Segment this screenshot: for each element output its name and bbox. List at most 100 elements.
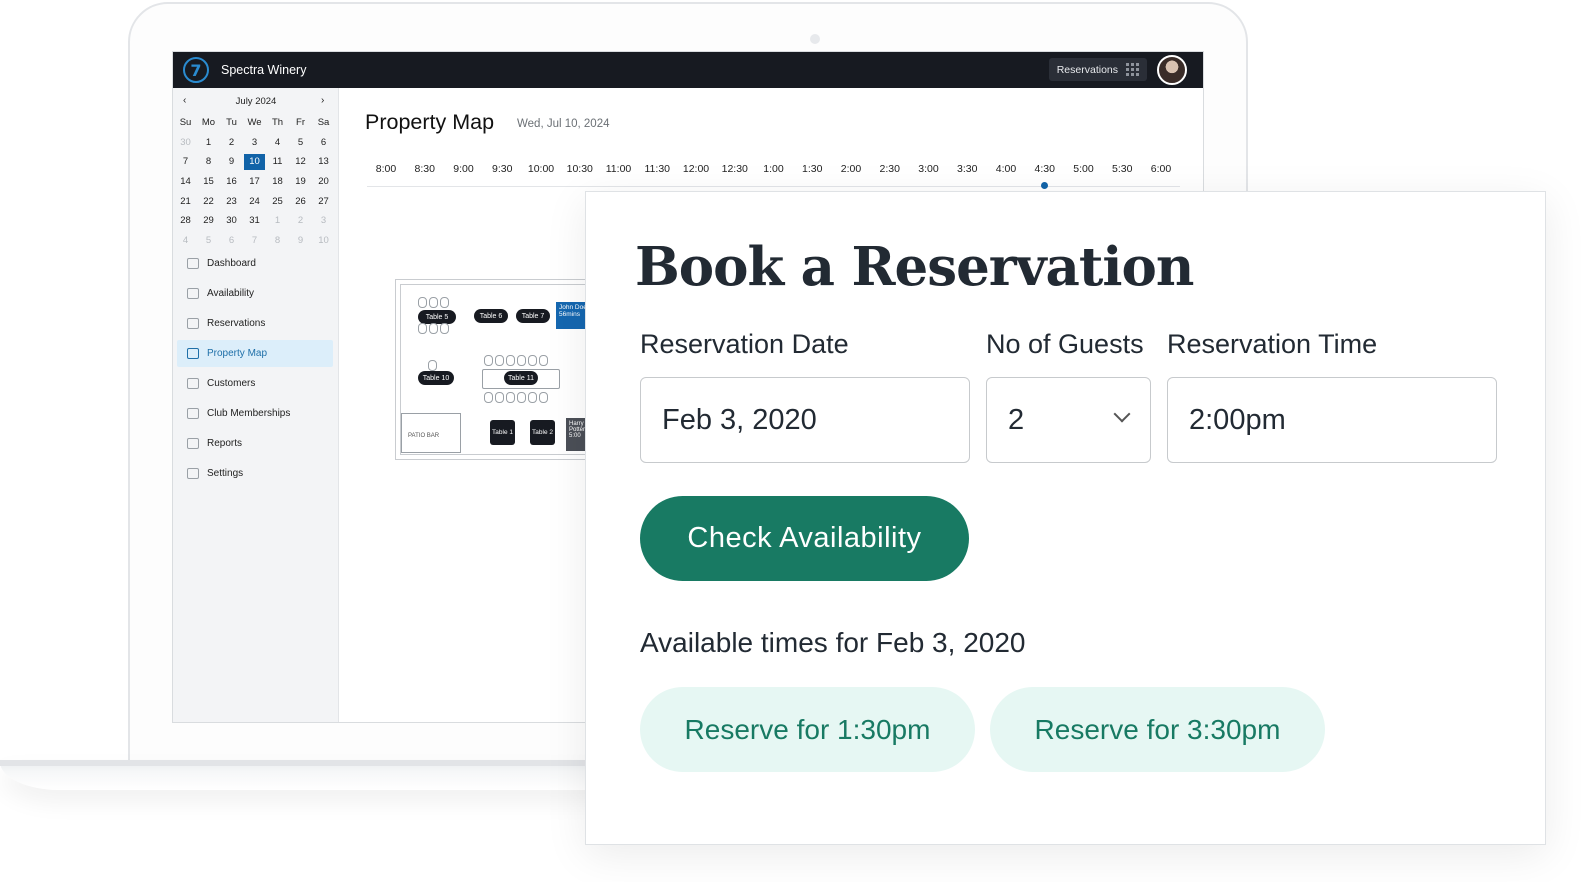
time-tick[interactable]: 4:00 [996,163,1016,175]
reservation-time-input[interactable]: 2:00pm [1167,377,1497,463]
time-tick[interactable]: 1:30 [802,163,822,175]
calendar-day[interactable]: 2 [220,137,243,148]
calendar-day[interactable]: 8 [197,156,220,167]
current-time-marker[interactable] [1041,182,1048,189]
calendar-day[interactable]: 29 [197,215,220,226]
calendar-day[interactable]: 11 [266,156,289,167]
stage: 7 Spectra Winery Reservations ‹ July 202… [0,0,1595,882]
time-tick[interactable]: 12:30 [722,163,748,175]
calendar-day[interactable]: 1 [266,215,289,226]
reserve-slot-button[interactable]: Reserve for 3:30pm [990,687,1325,772]
reserve-slot-button[interactable]: Reserve for 1:30pm [640,687,975,772]
calendar-day[interactable]: 20 [312,176,335,187]
calendar-day[interactable]: 27 [312,196,335,207]
time-tick[interactable]: 10:30 [567,163,593,175]
time-tick[interactable]: 1:00 [763,163,783,175]
calendar-day[interactable]: 10 [312,235,335,246]
time-tick[interactable]: 5:00 [1073,163,1093,175]
calendar-day[interactable]: 9 [220,156,243,167]
calendar-day[interactable]: 4 [266,137,289,148]
calendar-day[interactable]: 28 [174,215,197,226]
calendar-day[interactable]: 6 [312,137,335,148]
calendar-day[interactable]: 5 [289,137,312,148]
time-tick[interactable]: 9:30 [492,163,512,175]
home-icon [187,258,199,269]
time-tick[interactable]: 11:00 [606,163,632,175]
calendar-day[interactable]: 22 [197,196,220,207]
time-scrubber[interactable]: 8:00 8:30 9:00 9:30 10:00 10:30 11:00 11:30 12:0… [367,163,1180,189]
guests-select[interactable]: 2 [986,377,1151,463]
table-10[interactable]: Table 10 [418,371,454,385]
guests-label: No of Guests [986,329,1144,359]
calendar-day[interactable]: 7 [174,156,197,167]
calendar-day[interactable]: 30 [174,137,197,148]
time-tick[interactable]: 4:30 [1035,163,1055,175]
calendar-day[interactable]: 13 [312,156,335,167]
time-tick[interactable]: 11:30 [645,163,671,175]
time-tick[interactable]: 10:00 [528,163,554,175]
calendar-day-selected[interactable]: 10 [243,153,266,170]
calendar-day[interactable]: 16 [220,176,243,187]
calendar-day[interactable]: 21 [174,196,197,207]
brand-logo-icon[interactable]: 7 [183,57,209,83]
calendar-day[interactable]: 3 [243,137,266,148]
calendar-day[interactable]: 17 [243,176,266,187]
calendar-day[interactable]: 24 [243,196,266,207]
sidebar-item-club-memberships[interactable]: Club Memberships [177,400,333,427]
calendar-day[interactable]: 23 [220,196,243,207]
calendar-day[interactable]: 2 [289,215,312,226]
calendar-day[interactable]: 19 [289,176,312,187]
table-5[interactable]: Table 5 [418,310,456,324]
table-2[interactable]: Table 2 [530,420,555,445]
table-1[interactable]: Table 1 [490,420,515,445]
patio-bar-label: PATIO BAR [408,433,440,439]
calendar-day[interactable]: 12 [289,156,312,167]
calendar-day[interactable]: 31 [243,215,266,226]
calendar-day[interactable]: 18 [266,176,289,187]
chairs [418,297,449,308]
time-tick[interactable]: 12:00 [683,163,709,175]
table-6[interactable]: Table 6 [474,309,508,323]
sidebar-item-dashboard[interactable]: Dashboard [177,250,333,277]
calendar-day[interactable]: 15 [197,176,220,187]
time-tick[interactable]: 3:00 [918,163,938,175]
time-tick[interactable]: 2:30 [880,163,900,175]
sidebar-item-reports[interactable]: Reports [177,430,333,457]
sidebar-item-settings[interactable]: Settings [177,460,333,487]
table-11[interactable]: Table 11 [504,371,538,385]
sidebar-item-customers[interactable]: Customers [177,370,333,397]
user-avatar[interactable] [1157,55,1187,85]
time-tick[interactable]: 2:00 [841,163,861,175]
calendar-day[interactable]: 7 [243,235,266,246]
reservation-date-input[interactable]: Feb 3, 2020 [640,377,970,463]
sidebar-item-availability[interactable]: Availability [177,280,333,307]
calendar-day[interactable]: 26 [289,196,312,207]
calendar-day[interactable]: 1 [197,137,220,148]
calendar-day[interactable]: 6 [220,235,243,246]
reservations-app-switcher[interactable]: Reservations [1048,58,1147,81]
brand-name: Spectra Winery [221,63,307,77]
time-tick[interactable]: 8:00 [376,163,396,175]
sidebar-item-property-map[interactable]: Property Map [177,340,333,367]
calendar-day[interactable]: 3 [312,215,335,226]
calendar-day[interactable]: 4 [174,235,197,246]
time-tick[interactable]: 5:30 [1112,163,1132,175]
time-tick[interactable]: 8:30 [415,163,435,175]
time-tick[interactable]: 6:00 [1151,163,1171,175]
time-tick[interactable]: 3:30 [957,163,977,175]
calendar-day[interactable]: 5 [197,235,220,246]
calendar-day[interactable]: 14 [174,176,197,187]
table-7[interactable]: Table 7 [516,309,550,323]
mini-calendar: Su Mo Tu We Th Fr Sa 30 1 2 3 4 5 6 7 8 9 10 11 12 13 14 15 16 1… [174,113,337,250]
calendar-day[interactable]: 9 [289,235,312,246]
sidebar-item-label: Dashboard [207,258,256,269]
calendar-day[interactable]: 30 [220,215,243,226]
calendar-day[interactable]: 8 [266,235,289,246]
calendar-next-button[interactable]: › [321,95,324,106]
book-reservation-card: Book a Reservation Reservation Date No o… [585,191,1546,845]
calendar-header: ‹ July 2024 › [173,95,339,109]
calendar-day[interactable]: 25 [266,196,289,207]
check-availability-button[interactable]: Check Availability [640,496,969,581]
time-tick[interactable]: 9:00 [453,163,473,175]
sidebar-item-reservations[interactable]: Reservations [177,310,333,337]
